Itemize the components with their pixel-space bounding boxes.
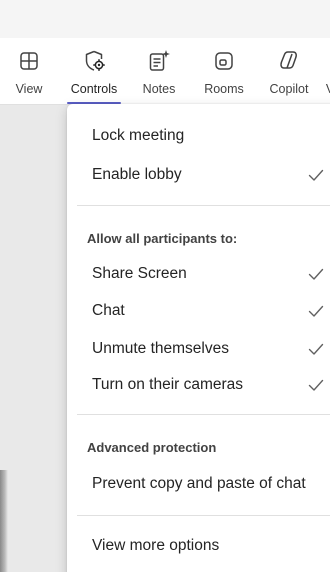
- copilot-button[interactable]: Copilot: [266, 48, 312, 100]
- view-more-options-item[interactable]: View more options: [67, 527, 330, 564]
- rooms-label: Rooms: [204, 82, 244, 96]
- advanced-section-header: Advanced protection: [87, 440, 217, 455]
- cameras-item[interactable]: Turn on their cameras: [67, 366, 330, 403]
- checkmark-icon: [308, 379, 324, 391]
- unmute-item[interactable]: Unmute themselves: [67, 330, 330, 367]
- shield-gear-icon: [85, 50, 105, 71]
- enable-lobby-item[interactable]: Enable lobby: [67, 156, 330, 193]
- view-label: View: [15, 82, 43, 96]
- more-label: V: [326, 82, 330, 96]
- share-screen-item[interactable]: Share Screen: [67, 255, 330, 292]
- view-more-options-label: View more options: [92, 536, 220, 554]
- prevent-copy-item[interactable]: Prevent copy and paste of chat: [67, 465, 330, 502]
- notes-label: Notes: [142, 82, 176, 96]
- lock-meeting-label: Lock meeting: [92, 126, 185, 144]
- lock-meeting-item[interactable]: Lock meeting: [67, 117, 330, 154]
- participants-section-header: Allow all participants to:: [87, 231, 238, 246]
- checkmark-icon: [308, 268, 324, 280]
- grid-icon: [20, 52, 38, 70]
- stage-edge: [0, 470, 8, 572]
- checkmark-icon: [308, 305, 324, 317]
- title-bar: [0, 0, 330, 38]
- chat-label: Chat: [92, 301, 125, 319]
- unmute-label: Unmute themselves: [92, 339, 229, 357]
- checkmark-icon: [308, 343, 324, 355]
- cutoff-icon: [317, 48, 330, 74]
- rooms-button[interactable]: Rooms: [203, 48, 245, 100]
- meeting-window: View Controls Notes Rooms Copilot Lock m…: [0, 0, 330, 572]
- rooms-icon: [215, 52, 233, 70]
- more-toolbar-item[interactable]: V: [323, 48, 330, 100]
- divider: [77, 515, 330, 516]
- cameras-label: Turn on their cameras: [92, 375, 244, 393]
- divider: [77, 414, 330, 415]
- prevent-copy-label: Prevent copy and paste of chat: [92, 474, 306, 492]
- checkmark-icon: [308, 169, 324, 181]
- controls-menu: Lock meeting Enable lobby Allow all part…: [67, 104, 330, 572]
- view-button[interactable]: View: [14, 48, 44, 100]
- enable-lobby-label: Enable lobby: [92, 165, 182, 183]
- copilot-label: Copilot: [269, 82, 309, 96]
- chat-item[interactable]: Chat: [67, 292, 330, 329]
- divider: [77, 205, 330, 206]
- meeting-toolbar: View Controls Notes Rooms Copilot: [0, 38, 330, 105]
- controls-label: Controls: [70, 82, 118, 96]
- meeting-stage: [0, 105, 70, 572]
- share-screen-label: Share Screen: [92, 264, 187, 282]
- notes-button[interactable]: Notes: [140, 48, 178, 100]
- notes-sparkle-icon: [149, 50, 170, 71]
- controls-button[interactable]: Controls: [67, 48, 121, 104]
- copilot-icon: [280, 51, 297, 69]
